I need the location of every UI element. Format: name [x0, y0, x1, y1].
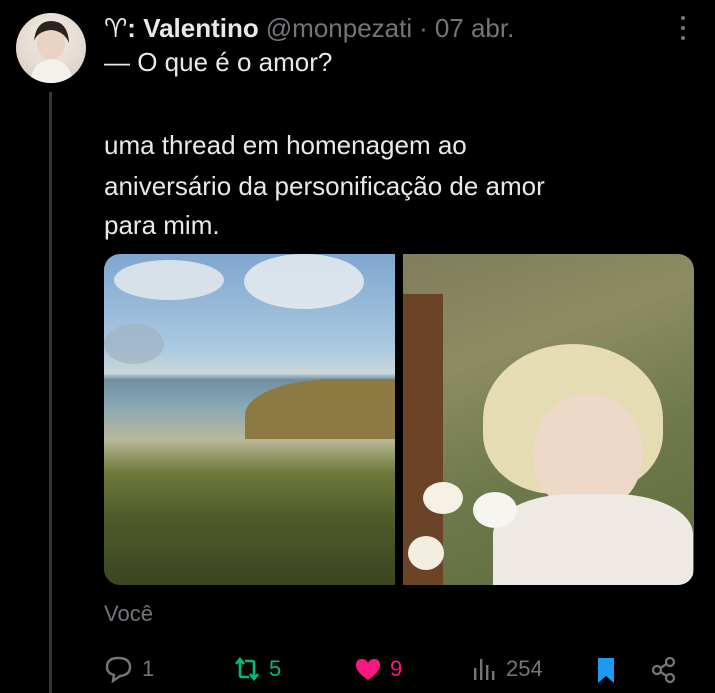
retweet-icon: [231, 655, 263, 683]
share-icon: [648, 655, 680, 685]
bookmark-icon: [590, 655, 622, 685]
landscape-photo[interactable]: [104, 254, 395, 585]
separator-dot: ·: [419, 12, 428, 43]
like-count: 9: [390, 656, 403, 681]
action-bar: 1 5 9 254: [104, 655, 694, 685]
bookmark-button[interactable]: [590, 655, 622, 685]
like-button[interactable]: 9: [352, 655, 402, 683]
views-icon: [468, 655, 500, 683]
tweet-header: ♈︎: Valentino @monpezati · 07 abr.: [104, 12, 514, 44]
more-options-icon[interactable]: [679, 16, 687, 40]
tweet-date[interactable]: 07 abr.: [435, 13, 515, 44]
media-grid: [104, 254, 694, 585]
reply-icon: [104, 655, 136, 683]
portrait-photo[interactable]: [403, 254, 694, 585]
reply-count: 1: [142, 656, 155, 681]
avatar[interactable]: [16, 13, 86, 83]
retweet-button[interactable]: 5: [231, 655, 281, 683]
thread-line: [49, 92, 52, 693]
display-name[interactable]: ♈︎: Valentino: [104, 13, 259, 44]
audience-label: Você: [104, 601, 153, 626]
reply-button[interactable]: 1: [104, 655, 154, 683]
tweet-text-line: aniversário da personificação de amor: [104, 171, 545, 201]
tweet-text-line: para mim.: [104, 210, 220, 240]
retweet-count: 5: [269, 656, 282, 681]
share-button[interactable]: [648, 655, 680, 685]
heart-icon: [352, 655, 384, 683]
views-count: 254: [506, 656, 543, 681]
views-button[interactable]: 254: [468, 655, 543, 683]
tweet-text-line: uma thread em homenagem ao: [104, 130, 467, 160]
tweet-text-line: — O que é o amor?: [104, 47, 333, 77]
user-handle[interactable]: @monpezati: [266, 13, 412, 44]
